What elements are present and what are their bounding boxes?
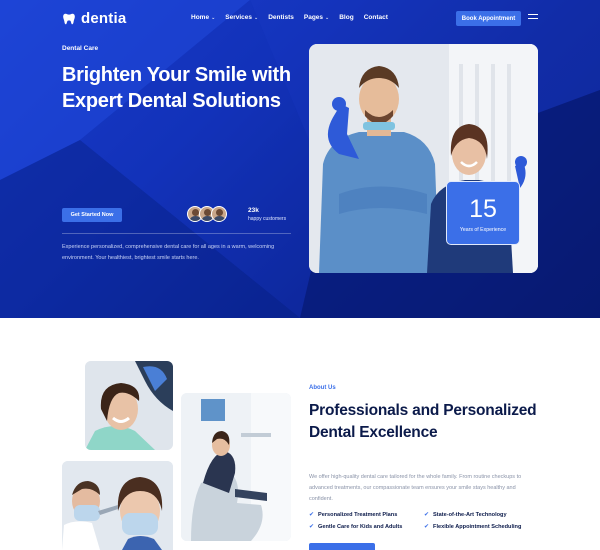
nav-item-pages[interactable]: Pages ⌄ (304, 14, 329, 21)
tooth-icon (63, 13, 75, 24)
feature-label: Gentle Care for Kids and Adults (318, 523, 403, 530)
dental-chair-illustration (181, 393, 291, 541)
customers-label: happy customers (248, 216, 287, 222)
about-eyebrow: About Us (309, 385, 336, 391)
main-navbar: dentia Home ⌄ Services ⌄ Dentists Pages ⌄ B… (0, 0, 600, 38)
about-title: Professionals and Personalized Dental Ex… (309, 402, 537, 441)
customers-count: 23k (248, 207, 259, 214)
nav-item-dentists[interactable]: Dentists (268, 14, 294, 21)
hamburger-icon[interactable] (528, 14, 538, 22)
feature-item: ✔ Personalized Treatment Plans (309, 511, 424, 519)
check-icon: ✔ (309, 524, 315, 530)
about-description: We offer high-quality dental care tailor… (309, 474, 522, 502)
about-read-more-button[interactable] (309, 543, 375, 550)
check-icon: ✔ (424, 524, 430, 530)
avatar (211, 206, 227, 222)
patient-illustration (85, 361, 173, 450)
feature-item: ✔ Gentle Care for Kids and Adults (309, 523, 424, 531)
brand-name: dentia (81, 10, 127, 27)
hero-divider (62, 233, 291, 234)
nav-item-label: Home (191, 14, 210, 21)
hero-description: Experience personalized, comprehensive d… (62, 244, 275, 261)
hero-title: Brighten Your Smile with Expert Dental S… (62, 64, 291, 112)
feature-label: Personalized Treatment Plans (318, 511, 398, 518)
nav-item-contact[interactable]: Contact (364, 14, 388, 21)
patient-smiling-photo (85, 361, 173, 450)
nav-item-label: Blog (339, 14, 354, 21)
experience-number: 15 (469, 195, 497, 223)
feature-item: ✔ Flexible Appointment Scheduling (424, 523, 544, 531)
check-icon: ✔ (424, 512, 430, 518)
get-started-button[interactable]: Get Started Now (62, 208, 122, 222)
hero-section: dentia Home ⌄ Services ⌄ Dentists Pages ⌄ B… (0, 0, 600, 318)
feature-label: Flexible Appointment Scheduling (433, 523, 522, 530)
customer-avatars (187, 206, 227, 222)
nav-item-label: Contact (363, 14, 388, 21)
chevron-down-icon: ⌄ (211, 14, 216, 21)
checkup-illustration (62, 461, 173, 550)
nav-item-label: Services (225, 14, 253, 21)
experience-label: Years of Experience (459, 227, 507, 233)
nav-item-services[interactable]: Services ⌄ (225, 14, 258, 21)
feature-list: ✔ Personalized Treatment Plans ✔ State-of-… (309, 511, 549, 531)
book-appointment-button[interactable]: Book Appointment (456, 11, 521, 26)
nav-item-blog[interactable]: Blog (339, 14, 353, 21)
check-icon: ✔ (309, 512, 315, 518)
brand-logo[interactable]: dentia (62, 10, 126, 27)
nav-menu: Home ⌄ Services ⌄ Dentists Pages ⌄ Blog Con… (191, 14, 398, 21)
nav-item-home[interactable]: Home ⌄ (191, 14, 215, 21)
feature-item: ✔ State-of-the-Art Technology (424, 511, 544, 519)
nav-item-label: Dentists (268, 14, 294, 21)
dentist-checkup-photo (62, 461, 173, 550)
feature-label: State-of-the-Art Technology (433, 511, 507, 518)
experience-stat-card: 15 Years of Experience (446, 181, 520, 245)
chevron-down-icon: ⌄ (254, 14, 259, 21)
dental-chair-photo (181, 393, 291, 541)
hero-eyebrow: Dental Care (62, 45, 99, 52)
nav-item-label: Pages (303, 14, 324, 21)
chevron-down-icon: ⌄ (325, 14, 330, 21)
